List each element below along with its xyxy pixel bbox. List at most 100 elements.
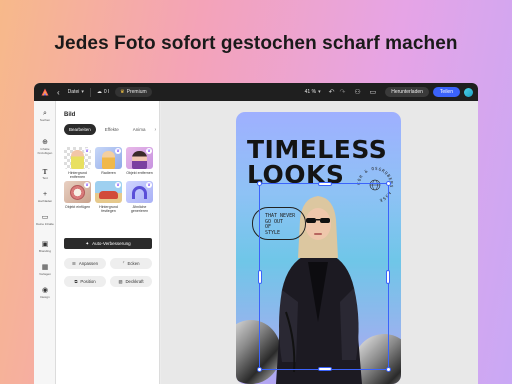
share-button[interactable]: Teilen — [432, 87, 460, 97]
resize-handle-bottom-left[interactable] — [257, 367, 262, 372]
remove-object-thumbnail: ♛ — [126, 147, 153, 169]
rail-item-branding[interactable]: ▣ Branding — [34, 241, 56, 254]
avatar[interactable] — [464, 87, 473, 97]
apps-icon: ▦ — [41, 264, 49, 271]
layers-icon: ⧉ — [74, 279, 78, 284]
rail-item-search[interactable]: ⌕ Suchen — [34, 110, 56, 123]
tile-erase[interactable]: ♛ Radieren — [95, 147, 122, 175]
tile-insert-object[interactable]: ♛ Objekt einfügen — [64, 181, 91, 209]
flower-icon — [70, 185, 85, 200]
rail-item-label: Deine Inhalte — [36, 222, 54, 226]
back-chevron-icon[interactable]: ‹ — [57, 83, 60, 101]
premium-badge-icon: ♛ — [146, 182, 152, 188]
premium-badge-icon: ♛ — [84, 148, 90, 154]
premium-badge-icon: ♛ — [146, 148, 152, 154]
resize-handle-right[interactable] — [386, 270, 390, 284]
premium-label: Premium — [126, 89, 147, 95]
text-icon: T — [42, 168, 48, 176]
auto-enhance-label: Auto-Verbesserung — [92, 241, 131, 246]
rail-item-design[interactable]: ◉ Design — [34, 287, 56, 300]
resize-handle-top[interactable] — [318, 182, 332, 186]
sliders-icon: ☰ — [72, 260, 76, 266]
file-menu[interactable]: Datei ▾ — [68, 83, 84, 101]
tile-label: Objekt entfernen — [126, 171, 153, 175]
auto-enhance-button[interactable]: ✦ Auto-Verbesserung — [64, 238, 152, 249]
folder-icon: ▭ — [41, 214, 49, 221]
adjust-button[interactable]: ☰ Anpassen — [64, 258, 106, 269]
premium-button[interactable]: ♛ Premium — [115, 87, 152, 97]
file-menu-label: Datei — [67, 89, 80, 95]
tile-label: Objekt einfügen — [64, 205, 91, 209]
tile-remove-background[interactable]: ♛ Hintergrund entfernen — [64, 147, 91, 180]
crown-icon: ♛ — [120, 89, 125, 95]
rail-item-label: Suchen — [39, 118, 51, 122]
image-panel: Bild Bearbeiten Effekte Anima › ♛ Hinter… — [56, 101, 160, 384]
rail-item-label: Hochladen — [37, 199, 53, 203]
person-icon — [132, 151, 147, 169]
tile-set-background[interactable]: ♛ Hintergrund festlegen — [95, 181, 122, 214]
position-button[interactable]: ⧉ Position — [64, 276, 106, 287]
top-toolbar: ‹ Datei ▾ ☁ 0 l ♛ Premium 41 % ▾ ↶ ↷ ⚇ ▭… — [34, 83, 478, 101]
tile-label: Hintergrund festlegen — [99, 205, 118, 214]
resize-handle-bottom-right[interactable] — [386, 367, 391, 372]
plus-icon: + — [42, 191, 48, 198]
canvas-area[interactable]: TIMELESS LOOKS COH & OSGRUBERS ASSE THAT… — [161, 101, 478, 384]
premium-badge-icon: ♛ — [84, 182, 90, 188]
download-button[interactable]: Herunterladen — [385, 87, 429, 97]
rail-item-label: Branding — [38, 249, 51, 253]
corner-icon: ⌜ — [122, 260, 125, 266]
tab-animate[interactable]: Anima — [128, 124, 151, 135]
opacity-button[interactable]: ▨ Deckkraft — [110, 276, 152, 287]
tab-effects[interactable]: Effekte — [100, 124, 124, 135]
poster-artboard[interactable]: TIMELESS LOOKS COH & OSGRUBERS ASSE THAT… — [236, 112, 401, 384]
rail-item-label: Design — [40, 295, 50, 299]
chevron-right-icon[interactable]: › — [154, 127, 156, 133]
image-icon: ▣ — [41, 241, 49, 248]
premium-badge-icon: ♛ — [115, 182, 121, 188]
undo-icon[interactable]: ↶ — [329, 88, 335, 96]
chevron-down-icon: ▾ — [81, 89, 84, 95]
opacity-label: Deckkraft — [125, 279, 144, 284]
panel-tabs: Bearbeiten Effekte Anima › — [64, 124, 156, 135]
cloud-status-label: 0 l — [103, 89, 110, 95]
chevron-down-icon: ▾ — [318, 89, 321, 95]
tile-generate-similar[interactable]: ♛ Ähnliche generieren — [126, 181, 153, 214]
adobe-express-logo-icon[interactable] — [41, 88, 49, 96]
tile-remove-object[interactable]: ♛ Objekt entfernen — [126, 147, 153, 175]
tile-label: Hintergrund entfernen — [68, 171, 87, 180]
rail-item-templates[interactable]: ▦ Vorlagen — [34, 264, 56, 277]
comment-icon[interactable]: ▭ — [370, 88, 377, 96]
selection-box[interactable] — [257, 181, 391, 372]
tile-label: Ähnliche generieren — [130, 205, 149, 214]
corners-button[interactable]: ⌜ Ecken — [110, 258, 152, 269]
app-window: ‹ Datei ▾ ☁ 0 l ♛ Premium 41 % ▾ ↶ ↷ ⚇ ▭… — [34, 83, 478, 384]
rail-item-label: Vorlagen — [39, 272, 51, 276]
set-background-thumbnail: ♛ — [95, 181, 122, 203]
tab-edit[interactable]: Bearbeiten — [64, 124, 96, 135]
poster-title-line1: TIMELESS — [247, 135, 388, 164]
person-icon — [102, 151, 115, 169]
resize-handle-top-left[interactable] — [257, 181, 262, 186]
adjust-label: Anpassen — [78, 261, 98, 266]
left-rail: ⌕ Suchen ⊕ Inhalte hinzufügen T Text + H… — [34, 101, 56, 384]
rail-item-add-content[interactable]: ⊕ Inhalte hinzufügen — [34, 139, 56, 155]
headphones-icon — [132, 186, 147, 199]
cloud-status[interactable]: ☁ 0 l — [97, 83, 109, 101]
resize-handle-bottom[interactable] — [318, 367, 332, 371]
collaborate-icon[interactable]: ⚇ — [354, 88, 360, 96]
rail-item-upload[interactable]: + Hochladen — [34, 191, 56, 204]
zoom-dropdown[interactable]: 41 % ▾ — [305, 89, 321, 95]
resize-handle-left[interactable] — [258, 270, 262, 284]
rail-item-text[interactable]: T Text — [34, 168, 56, 181]
panel-title: Bild — [64, 112, 76, 118]
insert-object-thumbnail: ♛ — [64, 181, 91, 203]
resize-handle-top-right[interactable] — [386, 181, 391, 186]
corners-label: Ecken — [127, 261, 140, 266]
tile-label: Radieren — [101, 171, 116, 175]
rail-item-label: Text — [42, 176, 48, 180]
position-label: Position — [80, 279, 96, 284]
marketing-headline: Jedes Foto sofort gestochen scharf mache… — [54, 33, 458, 54]
remove-background-thumbnail: ♛ — [64, 147, 91, 169]
redo-icon[interactable]: ↷ — [339, 88, 345, 96]
rail-item-your-content[interactable]: ▭ Deine Inhalte — [34, 214, 56, 227]
